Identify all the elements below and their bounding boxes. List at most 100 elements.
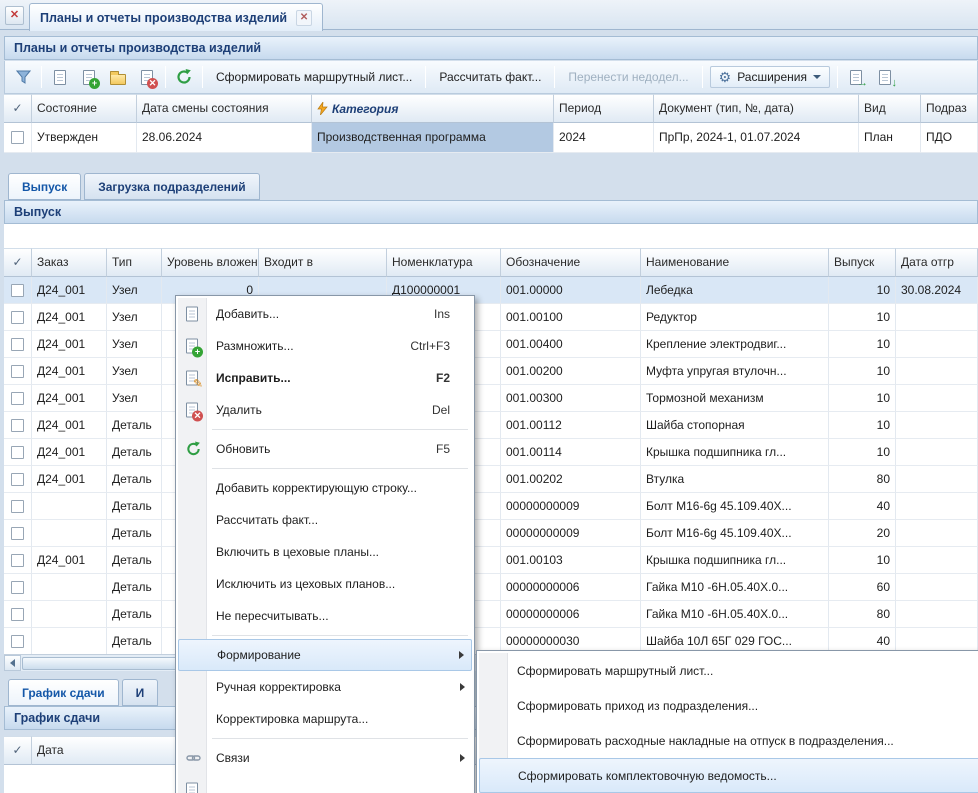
row-checkbox[interactable] <box>4 358 32 385</box>
toolbar-separator <box>165 66 166 88</box>
menu-item-forming[interactable]: Формирование <box>178 639 472 671</box>
menu-item-route-correction[interactable]: Корректировка маршрута... <box>178 703 472 735</box>
row-checkbox[interactable] <box>4 493 32 520</box>
lightning-icon <box>317 102 328 115</box>
row-checkbox[interactable] <box>4 601 32 628</box>
tab-second-partial[interactable]: И <box>122 679 159 706</box>
table-row[interactable]: Д24_001Узел001.00300Тормозной механизм10 <box>4 385 978 412</box>
filter-icon[interactable] <box>12 66 34 88</box>
menu-item-include-shop-plans[interactable]: Включить в цеховые планы... <box>178 536 472 568</box>
column-header-parent[interactable]: Входит в <box>259 248 387 277</box>
menu-item-refresh[interactable]: ОбновитьF5 <box>178 433 472 465</box>
table-row[interactable]: Деталь00000000006Гайка М10 -6Н.05.40Х.0.… <box>4 601 978 628</box>
row-checkbox[interactable] <box>4 628 32 655</box>
row-checkbox[interactable] <box>4 520 32 547</box>
submenu-item-picking-list[interactable]: Сформировать комплектовочную ведомость..… <box>479 758 978 793</box>
menu-item-delete[interactable]: ✕УдалитьDel <box>178 394 472 426</box>
open-folder-icon[interactable] <box>107 66 129 88</box>
table-row[interactable]: Утвержден 28.06.2024 Производственная пр… <box>4 123 978 153</box>
cell-order <box>32 493 107 520</box>
tab-output[interactable]: Выпуск <box>8 173 81 200</box>
cell-designation: 00000000009 <box>501 520 641 547</box>
column-header-period[interactable]: Период <box>554 94 654 123</box>
extensions-button[interactable]: ⚙ Расширения <box>710 66 830 88</box>
menu-item-duplicate[interactable]: +Размножить...Ctrl+F3 <box>178 330 472 362</box>
column-header-qty[interactable]: Выпуск <box>829 248 896 277</box>
document-tab[interactable]: Планы и отчеты производства изделий ✕ <box>29 3 323 31</box>
menu-item-calc-fact[interactable]: Рассчитать факт... <box>178 504 472 536</box>
table-row[interactable]: Д24_001Деталь001.00103Крышка подшипника … <box>4 547 978 574</box>
cell-name: Втулка <box>641 466 829 493</box>
submenu-arrow-icon <box>460 683 465 691</box>
scroll-left-button[interactable] <box>4 655 21 671</box>
table-row[interactable]: Д24_001Деталь001.00114Крышка подшипника … <box>4 439 978 466</box>
table-row[interactable]: Д24_001Узел001.00200Муфта упругая втулоч… <box>4 358 978 385</box>
row-checkbox[interactable] <box>4 439 32 466</box>
make-route-sheet-button[interactable]: Сформировать маршрутный лист... <box>210 66 418 88</box>
table-row[interactable]: Д24_001Деталь001.00112Шайба стопорная10 <box>4 412 978 439</box>
menu-item-add-correction-row[interactable]: Добавить корректирующую строку... <box>178 472 472 504</box>
row-checkbox[interactable] <box>4 466 32 493</box>
row-checkbox[interactable] <box>4 123 32 153</box>
refresh-icon[interactable] <box>173 66 195 88</box>
row-checkbox[interactable] <box>4 412 32 439</box>
menu-item-edit[interactable]: ✎Исправить...F2 <box>178 362 472 394</box>
menu-item-add[interactable]: Добавить...Ins <box>178 298 472 330</box>
tab-load-divisions[interactable]: Загрузка подразделений <box>84 173 259 200</box>
column-header-kind[interactable]: Вид <box>859 94 921 123</box>
row-checkbox[interactable] <box>4 277 32 304</box>
close-all-tabs-button[interactable]: ✕ <box>5 6 24 25</box>
cell-name: Редуктор <box>641 304 829 331</box>
submenu-item-route-sheet[interactable]: Сформировать маршрутный лист... <box>479 653 978 688</box>
tab-close-icon[interactable]: ✕ <box>296 10 312 26</box>
row-checkbox[interactable] <box>4 547 32 574</box>
column-header-nomenclature[interactable]: Номенклатура <box>387 248 501 277</box>
export-document-icon[interactable]: → <box>845 66 867 88</box>
column-header-name[interactable]: Наименование <box>641 248 829 277</box>
row-checkbox[interactable] <box>4 304 32 331</box>
submenu-item-receipt-from-division[interactable]: Сформировать приход из подразделения... <box>479 688 978 723</box>
menu-item-manual-correction[interactable]: Ручная корректировка <box>178 671 472 703</box>
delete-document-icon[interactable]: ✕ <box>136 66 158 88</box>
column-header-state[interactable]: Состояние <box>32 94 137 123</box>
table-row[interactable]: Д24_001Узел001.00400Крепление электродви… <box>4 331 978 358</box>
cell-document: ПрПр, 2024-1, 01.07.2024 <box>654 123 859 153</box>
row-checkbox[interactable] <box>4 574 32 601</box>
output-grid-header: ✓ Заказ Тип Уровень вложен Входит в Номе… <box>4 248 978 277</box>
menu-item-partial[interactable] <box>178 774 472 793</box>
duplicate-document-icon[interactable]: + <box>78 66 100 88</box>
table-row[interactable]: Д24_001Деталь001.00202Втулка80 <box>4 466 978 493</box>
row-checkbox[interactable] <box>4 331 32 358</box>
column-header-category[interactable]: Категория <box>312 94 554 123</box>
row-checkbox[interactable] <box>4 385 32 412</box>
calc-fact-button[interactable]: Рассчитать факт... <box>433 66 547 88</box>
menu-item-exclude-shop-plans[interactable]: Исключить из цеховых планов... <box>178 568 472 600</box>
column-header-type[interactable]: Тип <box>107 248 162 277</box>
table-row[interactable]: Деталь00000000009Болт М16-6g 45.109.40Х.… <box>4 493 978 520</box>
column-header-state-date[interactable]: Дата смены состояния <box>137 94 312 123</box>
column-header-order[interactable]: Заказ <box>32 248 107 277</box>
cell-name: Крепление электродвиг... <box>641 331 829 358</box>
column-header-ship-date[interactable]: Дата отгр <box>896 248 978 277</box>
table-row[interactable]: Деталь00000000006Гайка М10 -6Н.05.40Х.0.… <box>4 574 978 601</box>
add-document-icon[interactable] <box>49 66 71 88</box>
tab-delivery-schedule[interactable]: График сдачи <box>8 679 119 706</box>
table-row[interactable]: Д24_001Узел0Д100000001001.00000Лебедка10… <box>4 277 978 304</box>
check-column-header[interactable]: ✓ <box>4 736 32 765</box>
cell-qty: 80 <box>829 601 896 628</box>
check-column-header[interactable]: ✓ <box>4 94 32 123</box>
column-header-division[interactable]: Подраз <box>921 94 978 123</box>
submenu-item-expense-invoices[interactable]: Сформировать расходные накладные на отпу… <box>479 723 978 758</box>
check-column-header[interactable]: ✓ <box>4 248 32 277</box>
menu-item-links[interactable]: Связи <box>178 742 472 774</box>
cell-type: Деталь <box>107 547 162 574</box>
move-unfinished-button: Перенести недодел... <box>562 66 694 88</box>
table-row[interactable]: Деталь00000000009Болт М16-6g 45.109.40Х.… <box>4 520 978 547</box>
import-document-icon[interactable]: ↓ <box>874 66 896 88</box>
column-header-document[interactable]: Документ (тип, №, дата) <box>654 94 859 123</box>
table-row[interactable]: Д24_001Узел001.00100Редуктор10 <box>4 304 978 331</box>
column-header-level[interactable]: Уровень вложен <box>162 248 259 277</box>
column-header-designation[interactable]: Обозначение <box>501 248 641 277</box>
cell-name: Крышка подшипника гл... <box>641 547 829 574</box>
menu-item-no-recalc[interactable]: Не пересчитывать... <box>178 600 472 632</box>
